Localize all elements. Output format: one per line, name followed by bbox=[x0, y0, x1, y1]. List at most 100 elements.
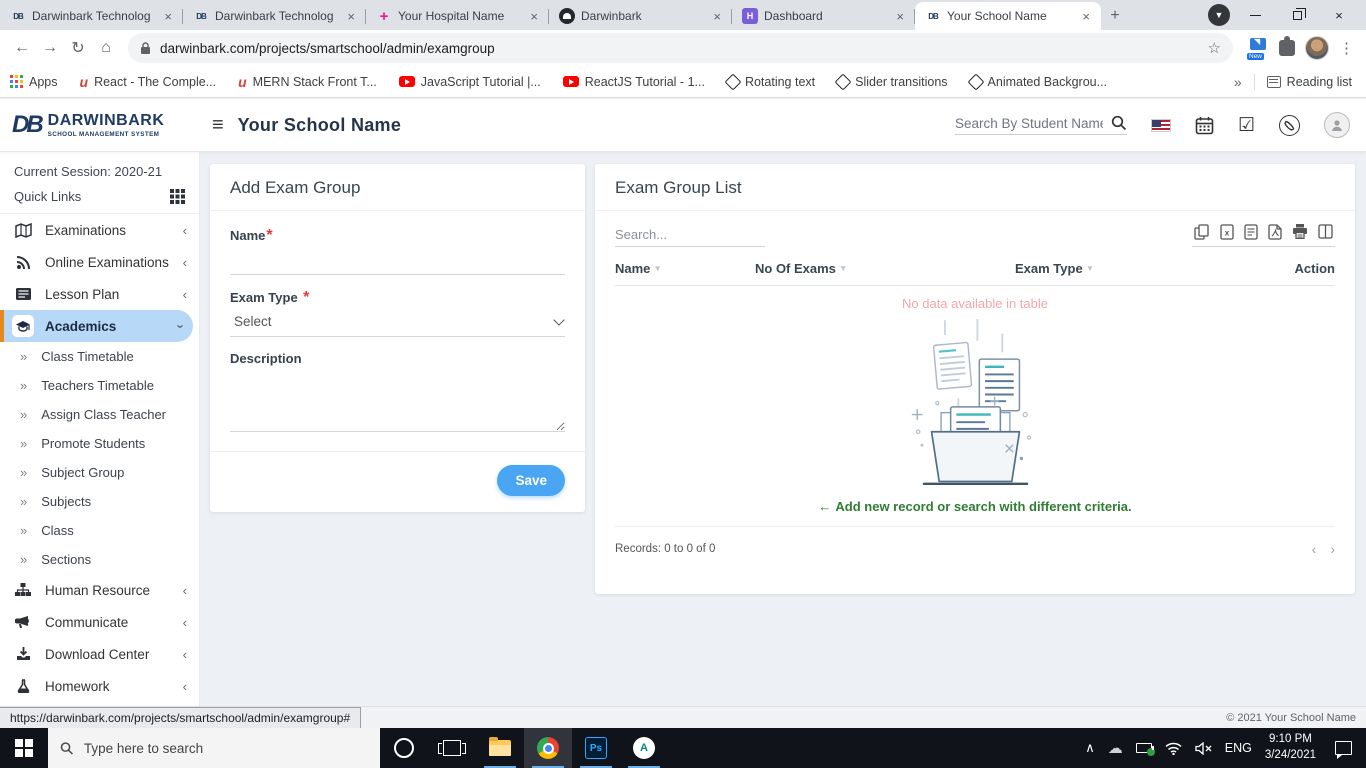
sidebar-subitem-class-timetable[interactable]: » Class Timetable bbox=[0, 342, 199, 371]
cortana-button[interactable] bbox=[380, 728, 428, 768]
sidebar-subitem-assign-class-teacher[interactable]: » Assign Class Teacher bbox=[0, 400, 199, 429]
search-icon[interactable] bbox=[1111, 115, 1127, 131]
sort-caret-icon[interactable]: ▾ bbox=[841, 263, 846, 274]
tab-darwinbark-1[interactable]: Darwinbark Technolog × bbox=[0, 2, 183, 30]
tab-close-icon[interactable]: × bbox=[527, 9, 541, 24]
taskbar-search[interactable] bbox=[48, 728, 380, 768]
bookmark-animated-background[interactable]: Animated Backgrou... bbox=[967, 73, 1107, 90]
column-header-name[interactable]: Name ▾ bbox=[615, 261, 755, 276]
tab-hospital[interactable]: Your Hospital Name × bbox=[366, 2, 549, 30]
home-icon[interactable]: ⌂ bbox=[92, 34, 120, 62]
url-text[interactable]: darwinbark.com/projects/smartschool/admi… bbox=[160, 41, 1208, 56]
whatsapp-icon[interactable] bbox=[1279, 114, 1300, 136]
sidebar-subitem-class[interactable]: » Class bbox=[0, 516, 199, 545]
sidebar-item-homework[interactable]: Homework ‹ bbox=[0, 670, 199, 702]
new-extension-icon[interactable]: New bbox=[1247, 37, 1269, 60]
quick-links[interactable]: Quick Links bbox=[0, 183, 199, 214]
tab-close-icon[interactable]: × bbox=[344, 9, 358, 24]
sidebar-item-partial[interactable] bbox=[0, 702, 199, 706]
prev-page-icon[interactable]: ‹ bbox=[1312, 541, 1317, 557]
sidebar-item-academics[interactable]: Academics ‹ bbox=[0, 310, 193, 342]
sort-caret-icon[interactable]: ▾ bbox=[655, 263, 660, 274]
name-input[interactable] bbox=[230, 245, 565, 275]
file-explorer-button[interactable] bbox=[476, 728, 524, 768]
chrome-button[interactable] bbox=[524, 728, 572, 768]
save-button[interactable]: Save bbox=[497, 465, 565, 496]
columns-icon[interactable] bbox=[1318, 224, 1333, 240]
calendar-icon[interactable] bbox=[1195, 116, 1214, 135]
reading-list-button[interactable]: Reading list bbox=[1266, 75, 1352, 89]
student-search-input[interactable] bbox=[954, 115, 1103, 131]
brand-logo[interactable]: DB DARWINBARK SCHOOL MANAGEMENT SYSTEM bbox=[0, 111, 200, 139]
sidebar-item-download-center[interactable]: Download Center ‹ bbox=[0, 638, 199, 670]
action-center-button[interactable] bbox=[1329, 741, 1358, 759]
tab-close-icon[interactable]: × bbox=[710, 9, 724, 24]
back-icon[interactable]: ← bbox=[8, 34, 36, 62]
bookmark-react[interactable]: React - The Comple... bbox=[80, 74, 216, 90]
app-button[interactable]: A bbox=[620, 728, 668, 768]
excel-export-icon[interactable]: x bbox=[1220, 224, 1234, 240]
taskbar-search-input[interactable] bbox=[83, 740, 368, 756]
language-indicator[interactable]: ENG bbox=[1225, 741, 1252, 755]
tasks-icon[interactable]: ☑ bbox=[1238, 114, 1255, 137]
browser-menu-icon[interactable]: ⋮ bbox=[1339, 39, 1354, 57]
clock[interactable]: 9:10 PM 3/24/2021 bbox=[1265, 732, 1316, 763]
tab-darwinbark-2[interactable]: Darwinbark Technolog × bbox=[183, 2, 366, 30]
language-flag-icon[interactable] bbox=[1150, 118, 1171, 132]
student-search[interactable] bbox=[954, 115, 1127, 135]
start-button[interactable] bbox=[0, 728, 48, 768]
tab-close-icon[interactable]: × bbox=[1079, 9, 1093, 24]
sidebar-item-examinations[interactable]: Examinations ‹ bbox=[0, 214, 199, 246]
onedrive-cloud-icon[interactable]: ☁ bbox=[1108, 739, 1123, 757]
sidebar-subitem-subjects[interactable]: » Subjects bbox=[0, 487, 199, 516]
print-icon[interactable] bbox=[1292, 224, 1308, 240]
copy-icon[interactable] bbox=[1194, 224, 1210, 240]
tab-close-icon[interactable]: × bbox=[161, 9, 175, 24]
hamburger-icon[interactable]: ≡ bbox=[212, 114, 224, 137]
sidebar-item-human-resource[interactable]: Human Resource ‹ bbox=[0, 574, 199, 606]
omnibox[interactable]: darwinbark.com/projects/smartschool/admi… bbox=[128, 33, 1233, 63]
bookmark-star-icon[interactable]: ☆ bbox=[1208, 39, 1221, 57]
grid-icon[interactable] bbox=[170, 189, 185, 204]
task-view-button[interactable] bbox=[428, 728, 476, 768]
pdf-export-icon[interactable] bbox=[1268, 224, 1282, 240]
close-window-button[interactable]: × bbox=[1322, 1, 1356, 29]
tab-github[interactable]: Darwinbark × bbox=[549, 2, 732, 30]
bookmark-rotating-text[interactable]: Rotating text bbox=[724, 73, 815, 90]
battery-icon[interactable] bbox=[1135, 743, 1155, 756]
minimize-button[interactable] bbox=[1238, 1, 1272, 29]
sidebar-subitem-sections[interactable]: » Sections bbox=[0, 545, 199, 574]
extensions-puzzle-icon[interactable] bbox=[1279, 36, 1295, 56]
new-tab-button[interactable]: + bbox=[1101, 2, 1129, 30]
sidebar-subitem-promote-students[interactable]: » Promote Students bbox=[0, 429, 199, 458]
bookmarks-overflow-icon[interactable]: » bbox=[1234, 74, 1242, 90]
tab-dashboard[interactable]: Dashboard × bbox=[732, 2, 915, 30]
bookmark-reactjs-tutorial[interactable]: ReactJS Tutorial - 1... bbox=[562, 75, 705, 89]
bookmark-js-tutorial[interactable]: JavaScript Tutorial |... bbox=[398, 75, 541, 89]
wifi-icon[interactable] bbox=[1165, 742, 1182, 755]
bookmark-mern[interactable]: MERN Stack Front T... bbox=[238, 74, 377, 90]
hidden-icons-chevron[interactable]: ∧ bbox=[1085, 740, 1095, 756]
apps-shortcut[interactable]: Apps bbox=[10, 75, 58, 89]
csv-export-icon[interactable] bbox=[1244, 224, 1258, 240]
browser-profile-avatar[interactable] bbox=[1305, 36, 1329, 60]
list-search-input[interactable] bbox=[615, 223, 765, 247]
next-page-icon[interactable]: › bbox=[1330, 541, 1335, 557]
forward-icon[interactable]: → bbox=[36, 34, 64, 62]
column-header-no-of-exams[interactable]: No Of Exams ▾ bbox=[755, 261, 1015, 276]
sidebar-item-online-examinations[interactable]: Online Examinations ‹ bbox=[0, 246, 199, 278]
tab-close-icon[interactable]: × bbox=[893, 9, 907, 24]
browser-update-icon[interactable]: ▼ bbox=[1208, 4, 1230, 26]
volume-muted-icon[interactable] bbox=[1195, 741, 1212, 755]
sidebar-item-communicate[interactable]: Communicate ‹ bbox=[0, 606, 199, 638]
bookmark-slider-transitions[interactable]: Slider transitions bbox=[834, 73, 948, 90]
user-avatar[interactable] bbox=[1324, 112, 1350, 138]
sidebar-item-lesson-plan[interactable]: Lesson Plan ‹ bbox=[0, 278, 199, 310]
photoshop-button[interactable]: Ps bbox=[572, 728, 620, 768]
exam-type-select[interactable]: Select bbox=[230, 307, 565, 337]
description-textarea[interactable] bbox=[230, 374, 565, 432]
sidebar-subitem-teachers-timetable[interactable]: » Teachers Timetable bbox=[0, 371, 199, 400]
sidebar-subitem-subject-group[interactable]: » Subject Group bbox=[0, 458, 199, 487]
restore-button[interactable] bbox=[1280, 1, 1314, 29]
tab-your-school-name-active[interactable]: Your School Name × bbox=[915, 2, 1101, 30]
